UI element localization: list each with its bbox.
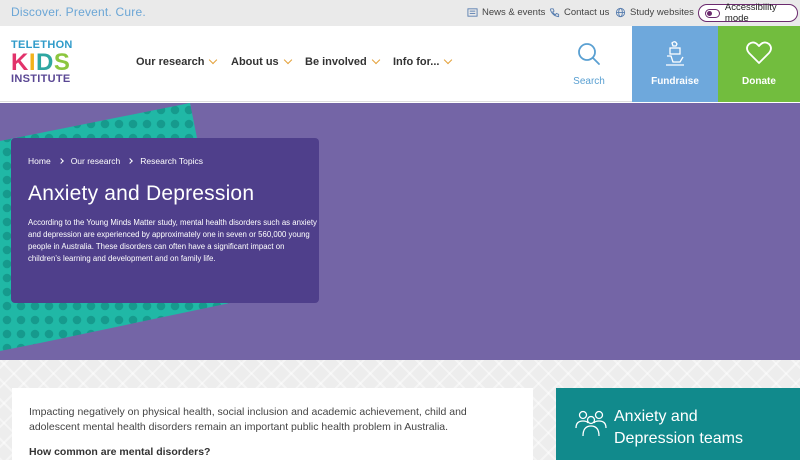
nav-info-for[interactable]: Info for... — [393, 55, 453, 68]
logo-line-3: INSTITUTE — [11, 73, 71, 85]
nav-our-research[interactable]: Our research — [136, 55, 218, 68]
nav-info-for-label: Info for... — [393, 56, 440, 68]
site-header: TELETHON KIDS INSTITUTE Our research Abo… — [0, 26, 800, 102]
nav-be-involved-label: Be involved — [305, 56, 367, 68]
chevron-down-icon — [444, 55, 453, 65]
chevron-down-icon — [283, 55, 292, 65]
breadcrumb-home[interactable]: Home — [28, 156, 51, 166]
page-title: Anxiety and Depression — [28, 182, 255, 205]
nav-be-involved[interactable]: Be involved — [305, 55, 380, 68]
news-events-link[interactable]: News & events — [467, 7, 545, 18]
content-section: Impacting negatively on physical health,… — [0, 360, 800, 460]
tagline: Discover. Prevent. Cure. — [11, 5, 146, 19]
telethon-kids-logo[interactable]: TELETHON KIDS INSTITUTE — [11, 40, 86, 85]
fundraise-button[interactable]: Fundraise — [632, 26, 718, 102]
fundraise-label: Fundraise — [651, 76, 699, 87]
section-heading: How common are mental disorders? — [29, 446, 211, 458]
logo-line-2: KIDS — [11, 49, 86, 76]
logo-letter-s: S — [53, 49, 71, 76]
chevron-right-icon — [127, 158, 134, 164]
intro-paragraph: Impacting negatively on physical health,… — [29, 406, 467, 433]
logo-letter-k: K — [11, 49, 29, 76]
logo-letter-i: I — [28, 49, 37, 76]
breadcrumb-our-research[interactable]: Our research — [71, 156, 121, 166]
search-label: Search — [573, 76, 605, 87]
search-icon — [578, 43, 600, 65]
study-websites-label: Study websites — [630, 7, 694, 18]
hero-banner: Home Our research Research Topics Anxiet… — [0, 103, 800, 360]
toggle-switch-icon — [705, 8, 720, 18]
contact-us-label: Contact us — [564, 7, 610, 18]
globe-icon — [615, 7, 626, 18]
donate-label: Donate — [742, 76, 776, 87]
breadcrumb-research-topics[interactable]: Research Topics — [140, 156, 203, 166]
nav-our-research-label: Our research — [136, 56, 205, 68]
teams-title-line-1: Anxiety and — [614, 408, 698, 425]
study-websites-link[interactable]: Study websites — [615, 7, 694, 18]
hero-card: Home Our research Research Topics Anxiet… — [11, 138, 319, 303]
phone-icon — [549, 8, 560, 18]
main-content-card: Impacting negatively on physical health,… — [12, 388, 533, 460]
team-people-icon — [575, 410, 607, 437]
chevron-down-icon — [209, 55, 218, 65]
donate-button[interactable]: Donate — [718, 26, 800, 102]
hero-lead-text: According to the Young Minds Matter stud… — [28, 218, 317, 263]
utility-bar: Discover. Prevent. Cure. News & events C… — [0, 0, 800, 26]
teams-title-line-2: Depression teams — [614, 430, 743, 447]
heart-icon — [746, 41, 772, 64]
nav-about-us-label: About us — [231, 56, 279, 68]
accessibility-mode-toggle[interactable]: Accessibility mode — [698, 2, 798, 24]
chevron-down-icon — [371, 55, 380, 65]
newspaper-icon — [467, 8, 478, 17]
teams-box[interactable]: Anxiety and Depression teams — [556, 388, 800, 460]
search-button[interactable]: Search — [556, 26, 622, 102]
logo-letter-d: D — [36, 49, 54, 76]
fundraise-icon — [666, 41, 684, 66]
accessibility-mode-label: Accessibility mode — [724, 2, 777, 24]
nav-about-us[interactable]: About us — [231, 55, 292, 68]
teams-box-title: Anxiety and Depression teams — [614, 406, 743, 450]
breadcrumb: Home Our research Research Topics — [28, 156, 203, 166]
news-events-label: News & events — [482, 7, 546, 18]
contact-us-link[interactable]: Contact us — [549, 7, 609, 18]
chevron-right-icon — [57, 158, 64, 164]
